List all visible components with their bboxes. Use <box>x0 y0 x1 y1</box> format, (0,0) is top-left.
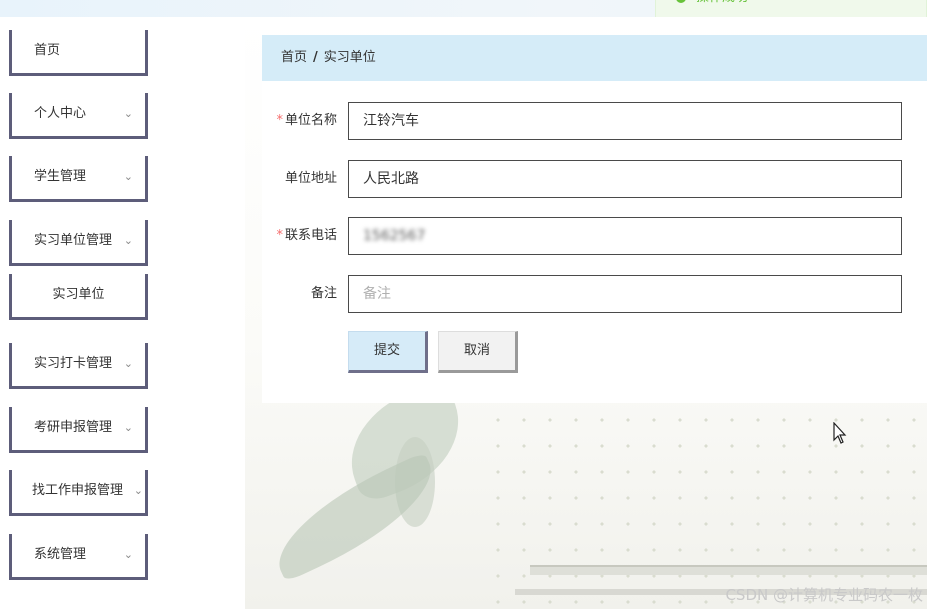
chevron-down-icon: ⌄ <box>123 357 133 370</box>
sidebar-item-label: 实习打卡管理 <box>34 356 113 371</box>
breadcrumb-separator: / <box>313 50 318 65</box>
sidebar-item-label: 找工作申报管理 <box>32 483 124 498</box>
watermark: CSDN @计算机专业码农一枚 <box>725 586 923 604</box>
cancel-button[interactable]: 取消 <box>438 331 518 373</box>
field-label: 单位地址 <box>284 171 337 186</box>
mouse-cursor-icon <box>833 422 847 444</box>
unit-address-input[interactable]: 人民北路 <box>348 160 902 198</box>
sidebar-item-personal-center[interactable]: 个人中心 ⌄ <box>9 93 148 139</box>
chevron-down-icon: ⌄ <box>123 234 133 247</box>
field-label: 备注 <box>310 286 337 301</box>
sidebar-item-label: 首页 <box>34 43 61 58</box>
required-mark: * <box>276 228 283 243</box>
sidebar-item-label: 系统管理 <box>34 547 87 562</box>
breadcrumb: 首页 / 实习单位 <box>262 35 927 81</box>
form-row-unit-address: 单位地址 人民北路 <box>262 160 927 198</box>
phone-value: 1562567 <box>363 228 426 244</box>
chevron-down-icon: ⌄ <box>123 548 133 561</box>
chevron-down-icon: ⌄ <box>123 170 133 183</box>
sidebar-item-system-management[interactable]: 系统管理 ⌄ <box>9 534 148 580</box>
sidebar-item-student-management[interactable]: 学生管理 ⌄ <box>9 156 148 202</box>
required-mark: * <box>276 113 283 128</box>
unit-name-input[interactable]: 江铃汽车 <box>348 102 902 140</box>
sidebar-item-label: 学生管理 <box>34 169 87 184</box>
sidebar-item-internship-unit-management[interactable]: 实习单位管理 ⌄ <box>9 220 148 266</box>
chevron-down-icon: ⌄ <box>123 107 133 120</box>
sidebar-item-checkin-management[interactable]: 实习打卡管理 ⌄ <box>9 343 148 389</box>
field-label: * 联系电话 <box>276 228 337 243</box>
phone-input[interactable]: 1562567 <box>348 217 902 255</box>
sidebar-item-home[interactable]: 首页 <box>9 30 148 76</box>
sidebar-item-postgrad-application[interactable]: 考研申报管理 ⌄ <box>9 407 148 453</box>
chevron-down-icon: ⌄ <box>123 421 133 434</box>
form-row-remarks: 备注 备注 <box>262 275 927 313</box>
chevron-down-icon: ⌄ <box>133 484 143 497</box>
sidebar-item-label: 实习单位管理 <box>34 233 113 248</box>
sidebar-item-label: 个人中心 <box>34 106 87 121</box>
breadcrumb-home[interactable]: 首页 <box>281 50 307 65</box>
sidebar-item-label: 实习单位 <box>52 287 105 302</box>
form-panel: 首页 / 实习单位 * 单位名称 江铃汽车 单位地址 人民北路 * 联系电话 15625… <box>262 35 927 403</box>
sidebar-subitem-internship-unit[interactable]: 实习单位 <box>9 274 148 320</box>
form-row-unit-name: * 单位名称 江铃汽车 <box>262 102 927 140</box>
breadcrumb-current: 实习单位 <box>323 50 376 65</box>
submit-button[interactable]: 提交 <box>348 331 428 373</box>
sidebar-item-label: 考研申报管理 <box>34 420 113 435</box>
toast-text: 操作成功 <box>696 0 748 8</box>
field-label: * 单位名称 <box>276 113 337 128</box>
success-icon <box>676 0 686 3</box>
remarks-input[interactable]: 备注 <box>348 275 902 313</box>
sidebar-item-job-application[interactable]: 找工作申报管理 ⌄ <box>9 470 148 516</box>
form-row-phone: * 联系电话 1562567 <box>262 217 927 255</box>
